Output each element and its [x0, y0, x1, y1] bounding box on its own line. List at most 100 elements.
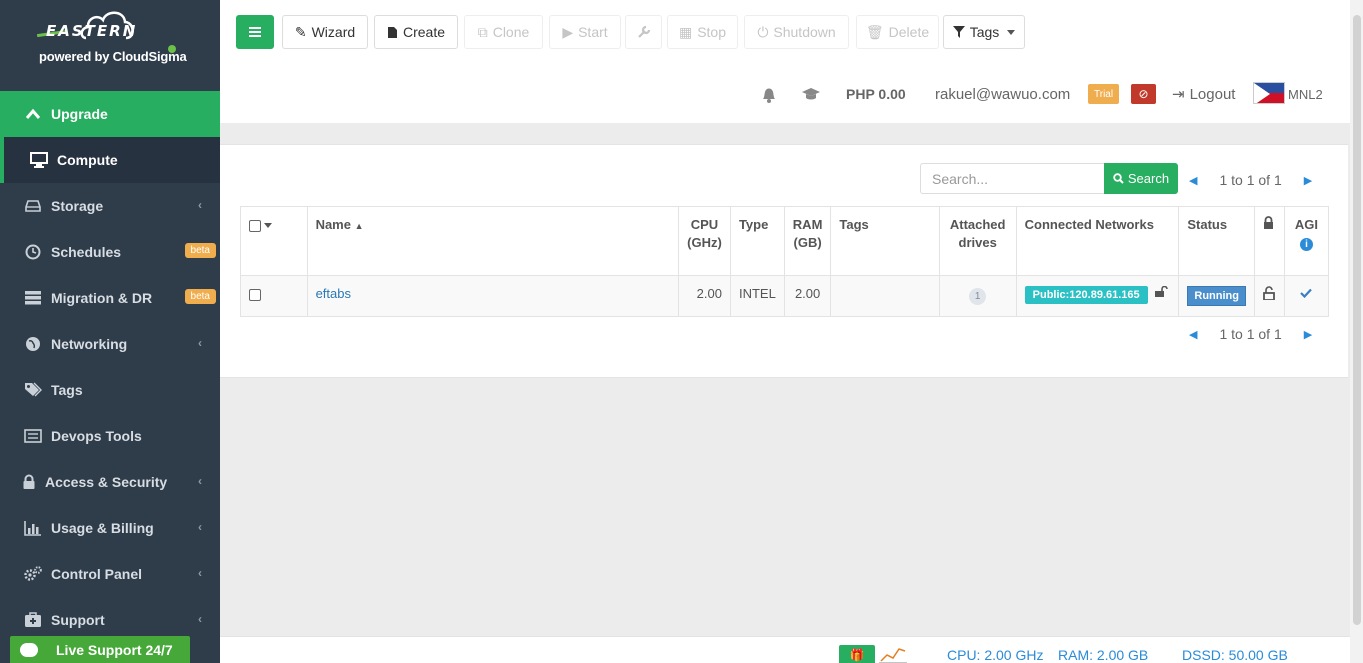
sidebar-item-schedules[interactable]: Schedules beta: [0, 229, 220, 275]
menu-toggle-button[interactable]: [236, 15, 274, 49]
unlock-icon[interactable]: [1263, 286, 1275, 301]
beta-badge: beta: [184, 243, 216, 258]
agi-header-label: AGI: [1294, 217, 1319, 232]
sidebar-item-access-security[interactable]: Access & Security ‹: [0, 459, 220, 505]
magic-wand-icon: ✎: [294, 23, 307, 40]
prev-page-icon[interactable]: ◀: [1189, 174, 1197, 187]
type-column-header[interactable]: Type: [729, 206, 785, 276]
chevron-left-icon: ‹: [198, 612, 202, 626]
sign-out-icon: ⇥: [1172, 86, 1185, 103]
servers-panel: Search... Search ◀ 1 to 1 of 1 ▶ Name ▲ …: [220, 144, 1348, 378]
sidebar-item-devops-tools[interactable]: Devops Tools: [0, 413, 220, 459]
logout-label: Logout: [1189, 85, 1236, 103]
delete-button[interactable]: 🗑 Delete: [856, 15, 939, 49]
graduation-cap-icon: [802, 88, 820, 100]
clone-button[interactable]: ⧉ Clone: [464, 15, 543, 49]
logout-link[interactable]: ⇥ Logout: [1172, 82, 1235, 106]
row-checkbox[interactable]: [249, 288, 261, 301]
gift-button[interactable]: 🎁: [839, 645, 875, 663]
copy-icon: ⧉: [477, 23, 488, 40]
clone-label: Clone: [492, 24, 530, 40]
select-all-header[interactable]: [240, 206, 308, 276]
stop-icon: ▦: [678, 23, 693, 40]
wrench-button[interactable]: [625, 15, 662, 49]
next-page-icon[interactable]: ▶: [1304, 328, 1312, 341]
chevron-left-icon: ‹: [198, 198, 202, 212]
agi-column-header: AGI i: [1283, 206, 1330, 276]
sidebar-item-label: Networking: [51, 336, 128, 352]
ram-cell: 2.00: [783, 275, 832, 317]
sidebar-item-label: Migration & DR: [51, 290, 153, 306]
page-scrollbar[interactable]: [1350, 0, 1363, 663]
check-icon: [1300, 288, 1313, 299]
drive-count-badge[interactable]: 1: [969, 288, 987, 305]
sidebar-item-label: Schedules: [51, 244, 122, 260]
sidebar-item-label: Devops Tools: [51, 428, 142, 444]
search-input[interactable]: Search...: [920, 163, 1104, 194]
sidebar-item-compute[interactable]: Compute: [0, 137, 220, 183]
table-header-row: Name ▲ CPU (GHz) Type RAM (GB) Tags Atta…: [240, 206, 1330, 276]
stop-button[interactable]: ▦ Stop: [667, 15, 738, 49]
status-column-header[interactable]: Status: [1178, 206, 1255, 276]
ram-column-header[interactable]: RAM (GB): [783, 206, 832, 276]
sidebar-item-control-panel[interactable]: Control Panel ‹: [0, 551, 220, 597]
select-all-checkbox[interactable]: [249, 219, 261, 232]
play-icon: ▶: [562, 23, 574, 40]
ban-icon-button[interactable]: ⊘: [1131, 84, 1156, 104]
tags-dropdown-button[interactable]: Tags: [943, 15, 1025, 49]
tutorials-link[interactable]: [801, 82, 821, 106]
scrollbar-thumb[interactable]: [1353, 15, 1361, 625]
prev-page-icon[interactable]: ◀: [1189, 328, 1197, 341]
ram-total: RAM: 2.00 GB: [1058, 647, 1149, 663]
cpu-cell: 2.00: [677, 275, 731, 317]
sidebar-item-upgrade[interactable]: Upgrade: [0, 91, 220, 137]
top-toolbar: ✎ Wizard Create ⧉ Clone ▶ Start ▦ Stop ⏻…: [220, 0, 1363, 123]
sidebar-item-label: Support: [51, 612, 105, 628]
brand-tagline: powered by CloudSigma: [39, 49, 187, 64]
account-email[interactable]: rakuel@wawuo.com: [935, 82, 1070, 106]
pagination-top: ◀ 1 to 1 of 1 ▶: [1189, 170, 1329, 190]
cpu-column-header[interactable]: CPU (GHz): [677, 206, 731, 276]
networks-column-header: Connected Networks: [1015, 206, 1180, 276]
hamburger-icon: [249, 27, 261, 37]
unlock-icon: [1155, 285, 1169, 297]
sidebar-item-networking[interactable]: Networking ‹: [0, 321, 220, 367]
usage-chart-icon[interactable]: [877, 645, 909, 663]
wizard-label: Wizard: [311, 24, 356, 40]
philippines-flag-icon[interactable]: [1253, 82, 1285, 104]
hdd-icon: [24, 197, 42, 215]
search-button[interactable]: Search: [1104, 163, 1178, 194]
drives-column-header: Attached drives: [938, 206, 1017, 276]
create-label: Create: [402, 24, 446, 40]
sidebar-item-storage[interactable]: Storage ‹: [0, 183, 220, 229]
sidebar-item-migration-dr[interactable]: Migration & DR beta: [0, 275, 220, 321]
chevron-left-icon: ‹: [198, 520, 202, 534]
tags-cell: [830, 275, 940, 317]
chevron-up-icon: [24, 105, 42, 123]
network-badge[interactable]: Public:120.89.61.165: [1024, 286, 1148, 304]
logo[interactable]: EASTERN powered by CloudSigma: [0, 0, 220, 91]
chevron-left-icon: ‹: [198, 566, 202, 580]
table-row[interactable]: eftabs 2.00 INTEL 2.00 1 Public:120.89.6…: [240, 275, 1330, 317]
tags-label: Tags: [969, 24, 1000, 40]
create-button[interactable]: Create: [374, 15, 458, 49]
gears-icon: [24, 565, 42, 583]
sidebar-item-label: Upgrade: [51, 106, 108, 122]
region-label[interactable]: MNL2: [1288, 82, 1323, 106]
name-column-header[interactable]: Name ▲: [306, 206, 679, 276]
sidebar-item-label: Tags: [51, 382, 83, 398]
shutdown-button[interactable]: ⏻ Shutdown: [744, 15, 849, 49]
next-page-icon[interactable]: ▶: [1304, 174, 1312, 187]
info-icon[interactable]: i: [1299, 238, 1313, 251]
live-support-button[interactable]: Live Support 24/7: [10, 636, 190, 663]
wizard-button[interactable]: ✎ Wizard: [282, 15, 368, 49]
pagination-bottom: ◀ 1 to 1 of 1 ▶: [1189, 324, 1329, 344]
notifications-bell[interactable]: [760, 82, 778, 106]
sidebar-item-tags[interactable]: Tags: [0, 367, 220, 413]
start-button[interactable]: ▶ Start: [549, 15, 621, 49]
resource-summary-bar: 🎁 CPU: 2.00 GHz RAM: 2.00 GB DSSD: 50.00…: [220, 636, 1363, 663]
sidebar-item-usage-billing[interactable]: Usage & Billing ‹: [0, 505, 220, 551]
server-name-link[interactable]: eftabs: [316, 286, 351, 301]
chat-bubble-icon: [20, 642, 38, 657]
caret-down-icon[interactable]: [264, 223, 272, 229]
